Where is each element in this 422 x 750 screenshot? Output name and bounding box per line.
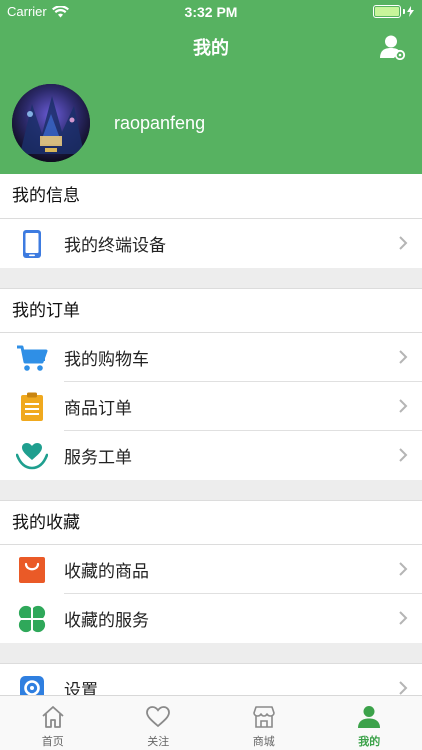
store-icon [252,706,275,728]
avatar-image [12,84,90,162]
row-label: 我的终端设备 [64,236,166,256]
row-service-tickets[interactable]: 服务工单 [0,431,422,480]
chevron-right-icon [399,350,408,364]
home-icon [42,706,64,728]
chevron-right-icon [399,448,408,462]
user-settings-icon[interactable] [380,34,406,60]
section-header-orders: 我的订单 [0,288,422,333]
section-header-favorites: 我的收藏 [0,500,422,545]
row-favorite-products[interactable]: 收藏的商品 [0,545,422,594]
battery-icon [373,5,414,18]
tab-mine[interactable]: 我的 [317,696,422,750]
tab-label: 我的 [358,735,381,748]
tab-bar: 首页 关注 商城 我的 [0,695,422,750]
row-label: 服务工单 [64,448,132,468]
shopping-bag-icon [16,554,48,586]
tab-home[interactable]: 首页 [0,696,106,750]
page-title: 我的 [193,38,229,59]
clipboard-icon [16,391,48,423]
row-label: 我的购物车 [64,350,149,370]
row-label: 收藏的服务 [64,611,149,631]
tab-mall[interactable]: 商城 [211,696,317,750]
row-favorite-services[interactable]: 收藏的服务 [0,594,422,643]
row-product-orders[interactable]: 商品订单 [0,382,422,431]
heart-hands-icon [16,440,48,472]
chevron-right-icon [399,681,408,695]
chevron-right-icon [399,562,408,576]
row-label: 收藏的商品 [64,562,149,582]
tab-label: 关注 [147,735,170,748]
status-time: 3:32 PM [184,4,238,20]
status-bar: Carrier 3:32 PM [0,0,422,24]
profile-header: Carrier 3:32 PM 我的 raopanfeng [0,0,422,174]
tab-follow[interactable]: 关注 [106,696,212,750]
row-terminal-devices[interactable]: 我的终端设备 [0,219,422,268]
cart-icon [16,342,48,374]
charging-bolt-icon [407,6,414,17]
section-header-info: 我的信息 [0,174,422,219]
person-icon [358,706,381,728]
row-shopping-cart[interactable]: 我的购物车 [0,333,422,382]
chevron-right-icon [399,236,408,250]
username: raopanfeng [114,113,206,133]
phone-icon [16,228,48,260]
heart-icon [146,706,171,728]
chevron-right-icon [399,399,408,413]
row-label: 商品订单 [64,399,132,419]
clover-icon [16,603,48,635]
avatar[interactable] [12,84,90,162]
tab-label: 商城 [252,735,275,748]
chevron-right-icon [399,611,408,625]
tab-label: 首页 [41,735,64,748]
